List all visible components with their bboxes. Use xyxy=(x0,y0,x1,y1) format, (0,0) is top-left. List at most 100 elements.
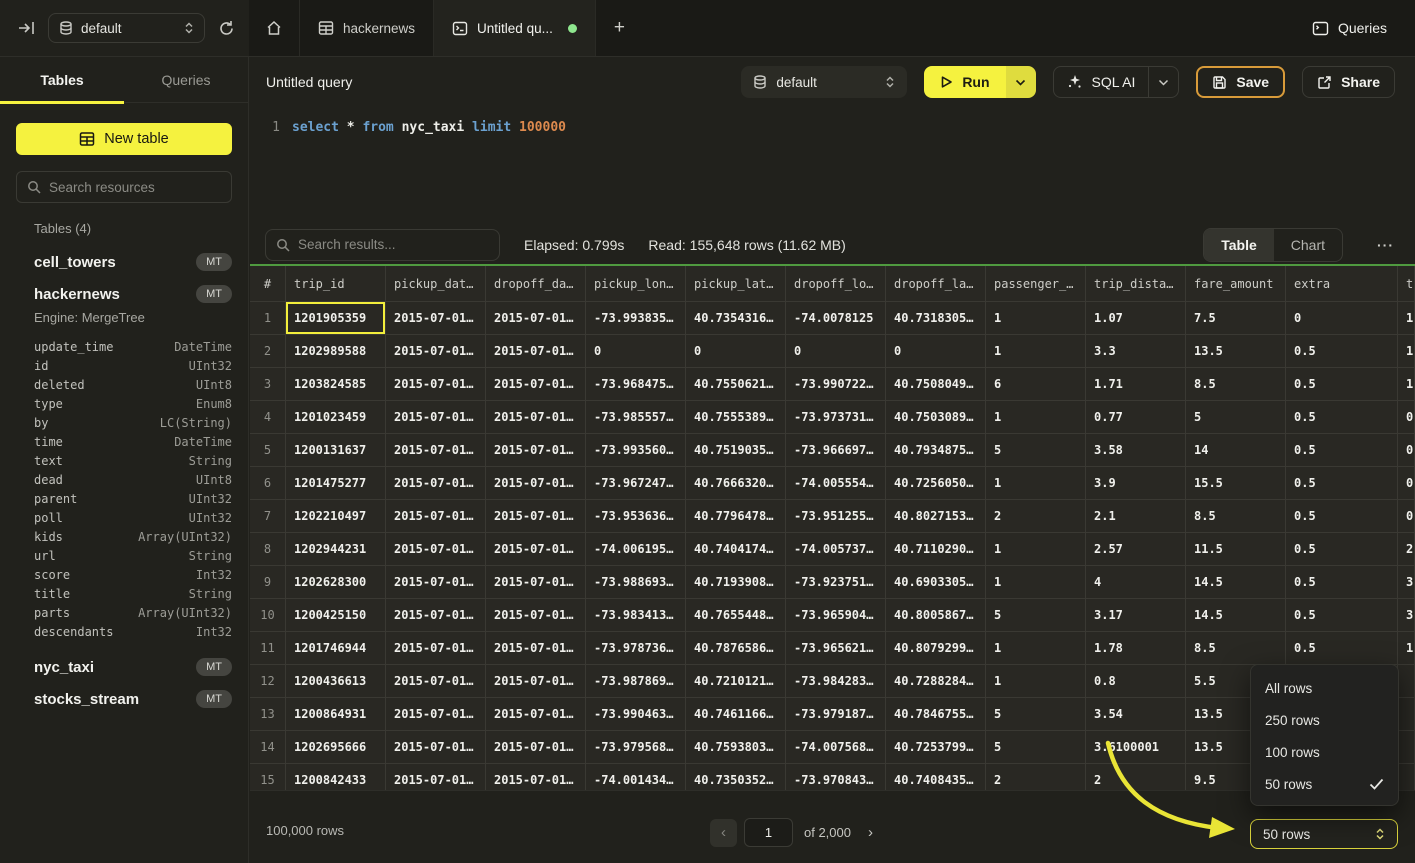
cell[interactable]: 0 xyxy=(1398,467,1415,500)
cell[interactable]: 2015-07-01… xyxy=(386,401,486,434)
collapse-sidebar-icon[interactable] xyxy=(18,20,35,36)
cell[interactable]: 3.3 xyxy=(1086,335,1186,368)
row-number[interactable]: 2 xyxy=(250,335,286,368)
cell[interactable]: 14 xyxy=(1186,434,1286,467)
cell[interactable]: 2015-07-01… xyxy=(386,335,486,368)
cell[interactable]: 3 xyxy=(1398,599,1415,632)
cell[interactable]: 1 xyxy=(986,401,1086,434)
cell[interactable]: 11.5 xyxy=(1186,533,1286,566)
cell[interactable]: -73.965621… xyxy=(786,632,886,665)
cell[interactable]: 5 xyxy=(986,434,1086,467)
cell[interactable]: 2015-07-01… xyxy=(386,665,486,698)
row-number[interactable]: 3 xyxy=(250,368,286,401)
menu-item-250-rows[interactable]: 250 rows xyxy=(1251,704,1398,736)
cell[interactable]: 1200131637 xyxy=(286,434,386,467)
cell[interactable]: 1 xyxy=(986,335,1086,368)
row-number[interactable]: 13 xyxy=(250,698,286,731)
row-number[interactable]: 6 xyxy=(250,467,286,500)
cell[interactable]: 2015-07-01… xyxy=(486,665,586,698)
cell[interactable]: 0.5 xyxy=(1286,632,1398,665)
cell[interactable]: 1.78 xyxy=(1086,632,1186,665)
column-header-pickup_lon[interactable]: pickup_lon… xyxy=(586,266,686,302)
cell[interactable]: 1201905359 xyxy=(286,302,386,335)
row-number[interactable]: 10 xyxy=(250,599,286,632)
cell[interactable]: 2015-07-01… xyxy=(486,566,586,599)
cell[interactable]: -73.993560… xyxy=(586,434,686,467)
cell[interactable]: -73.993835… xyxy=(586,302,686,335)
cell[interactable]: 1 xyxy=(986,302,1086,335)
cell[interactable]: 14.5 xyxy=(1186,566,1286,599)
run-button[interactable]: Run xyxy=(924,66,1005,98)
cell[interactable]: 5 xyxy=(986,731,1086,764)
tab-hackernews[interactable]: hackernews xyxy=(300,0,434,56)
cell[interactable]: 1.71 xyxy=(1086,368,1186,401)
cell[interactable]: 40.6903305… xyxy=(886,566,986,599)
cell[interactable]: 0.5 xyxy=(1286,500,1398,533)
cell[interactable]: 2015-07-01… xyxy=(386,599,486,632)
save-button[interactable]: Save xyxy=(1196,66,1285,98)
row-number[interactable]: 8 xyxy=(250,533,286,566)
cell[interactable]: 0.77 xyxy=(1086,401,1186,434)
cell[interactable]: 40.8079299… xyxy=(886,632,986,665)
cell[interactable]: -74.0078125 xyxy=(786,302,886,335)
cell[interactable]: 40.7503089… xyxy=(886,401,986,434)
cell[interactable]: 2015-07-01… xyxy=(486,698,586,731)
cell[interactable]: 2015-07-01… xyxy=(486,599,586,632)
view-tab-table[interactable]: Table xyxy=(1204,229,1274,261)
cell[interactable]: 0.5 xyxy=(1286,401,1398,434)
cell[interactable]: 13.5 xyxy=(1186,335,1286,368)
cell[interactable]: 0.5 xyxy=(1286,434,1398,467)
cell[interactable]: 40.7796478… xyxy=(686,500,786,533)
cell[interactable]: 1 xyxy=(986,467,1086,500)
row-number[interactable]: 14 xyxy=(250,731,286,764)
sql-ai-button[interactable]: SQL AI xyxy=(1054,74,1149,90)
cell[interactable]: -73.985557… xyxy=(586,401,686,434)
cell[interactable]: 5 xyxy=(986,698,1086,731)
column-header-trip_dista[interactable]: trip_dista… xyxy=(1086,266,1186,302)
cell[interactable]: 15.5 xyxy=(1186,467,1286,500)
cell[interactable]: 0.5 xyxy=(1286,599,1398,632)
cell[interactable]: 1 xyxy=(1398,335,1415,368)
cell[interactable]: -74.006195… xyxy=(586,533,686,566)
row-number[interactable]: 5 xyxy=(250,434,286,467)
cell[interactable]: 0 xyxy=(1398,401,1415,434)
share-button[interactable]: Share xyxy=(1302,66,1395,98)
cell[interactable] xyxy=(1398,764,1415,790)
column-header-pickup_dat[interactable]: pickup_dat… xyxy=(386,266,486,302)
previous-page-button[interactable]: ‹ xyxy=(710,819,737,847)
database-selector[interactable]: default xyxy=(48,13,205,43)
sidebar-table-stocks_stream[interactable]: stocks_streamMT xyxy=(0,683,248,715)
next-page-button[interactable]: › xyxy=(862,824,879,841)
cell[interactable]: 40.7404174… xyxy=(686,533,786,566)
cell[interactable]: 2015-07-01… xyxy=(486,764,586,790)
cell[interactable]: 2 xyxy=(986,500,1086,533)
cell[interactable]: 0.8 xyxy=(1086,665,1186,698)
queries-button[interactable]: Queries xyxy=(1284,0,1415,56)
cell[interactable]: 40.8027153… xyxy=(886,500,986,533)
sidebar-table-hackernews[interactable]: hackernewsMT xyxy=(0,278,248,310)
row-number[interactable]: 9 xyxy=(250,566,286,599)
run-options-button[interactable] xyxy=(1006,66,1036,98)
cell[interactable]: 40.8005867… xyxy=(886,599,986,632)
cell[interactable]: 1200436613 xyxy=(286,665,386,698)
cell[interactable]: -73.923751… xyxy=(786,566,886,599)
column-header-t[interactable]: t xyxy=(1398,266,1415,302)
cell[interactable]: 2 xyxy=(1398,533,1415,566)
cell[interactable]: 5 xyxy=(1186,401,1286,434)
view-tab-chart[interactable]: Chart xyxy=(1274,229,1342,261)
cell[interactable]: -74.005554… xyxy=(786,467,886,500)
cell[interactable]: 2015-07-01… xyxy=(486,467,586,500)
cell[interactable]: 2.57 xyxy=(1086,533,1186,566)
cell[interactable]: 1202695666 xyxy=(286,731,386,764)
row-number[interactable]: 12 xyxy=(250,665,286,698)
refresh-icon[interactable] xyxy=(218,20,235,37)
cell[interactable]: 8.5 xyxy=(1186,500,1286,533)
row-number[interactable]: 4 xyxy=(250,401,286,434)
cell[interactable]: 40.7519035… xyxy=(686,434,786,467)
cell[interactable]: 2015-07-01… xyxy=(486,335,586,368)
cell[interactable]: -73.970843… xyxy=(786,764,886,790)
cell[interactable]: 2015-07-01… xyxy=(386,302,486,335)
cell[interactable]: 1 xyxy=(986,533,1086,566)
cell[interactable]: -73.983413… xyxy=(586,599,686,632)
new-table-button[interactable]: New table xyxy=(16,123,232,155)
